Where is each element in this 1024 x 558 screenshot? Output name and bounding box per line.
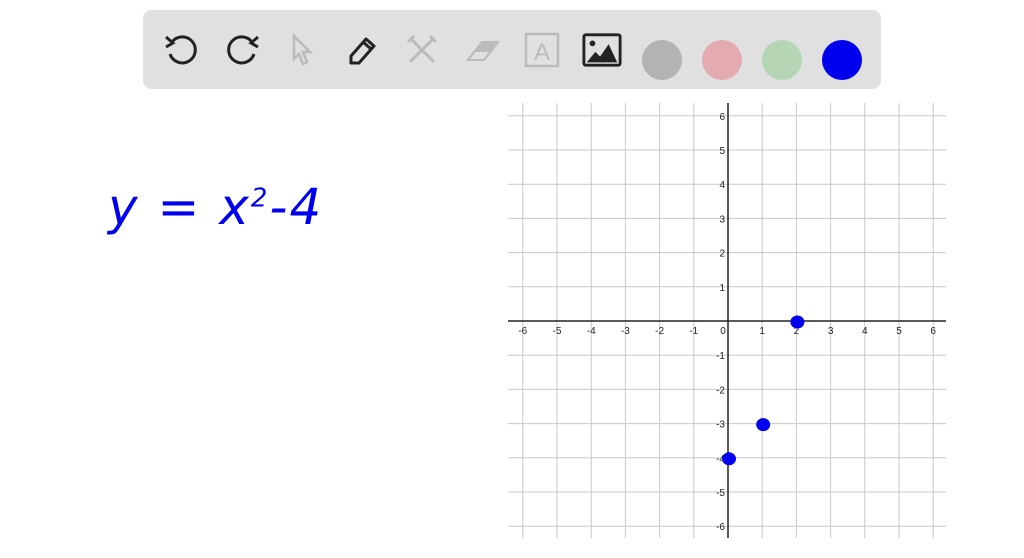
data-point <box>756 418 771 432</box>
coordinate-grid: -6 -5 -4 -3 -2 -1 0 1 2 3 4 5 6654321-1-2-3-4-5-6 <box>508 103 946 538</box>
y-tick-label: -6 <box>716 522 725 533</box>
x-tick-label: 1 <box>759 326 765 337</box>
y-tick-label: -1 <box>716 351 725 362</box>
x-tick-label: 4 <box>862 326 868 337</box>
data-point <box>790 315 805 329</box>
y-tick-label: 1 <box>719 283 725 294</box>
x-tick-label: -2 <box>655 326 664 337</box>
x-tick-label: 5 <box>896 326 902 337</box>
x-tick-label: -1 <box>689 326 698 337</box>
y-tick-label: -5 <box>716 488 725 499</box>
y-tick-label: -2 <box>716 385 725 396</box>
y-tick-label: 6 <box>719 112 725 123</box>
y-tick-label: 4 <box>719 180 725 191</box>
x-tick-label: -3 <box>621 326 630 337</box>
y-tick-label: -3 <box>716 420 725 431</box>
data-point <box>722 452 736 466</box>
x-tick-label: -5 <box>553 326 562 337</box>
y-tick-label: 5 <box>719 146 725 157</box>
y-tick-label: 3 <box>719 214 725 225</box>
x-tick-label: 3 <box>828 326 834 337</box>
y-tick-label: 2 <box>719 249 725 260</box>
x-tick-label: 0 <box>720 326 726 337</box>
x-tick-label: 6 <box>930 326 936 337</box>
x-tick-label: -6 <box>518 326 527 337</box>
x-tick-label: -4 <box>587 326 596 337</box>
